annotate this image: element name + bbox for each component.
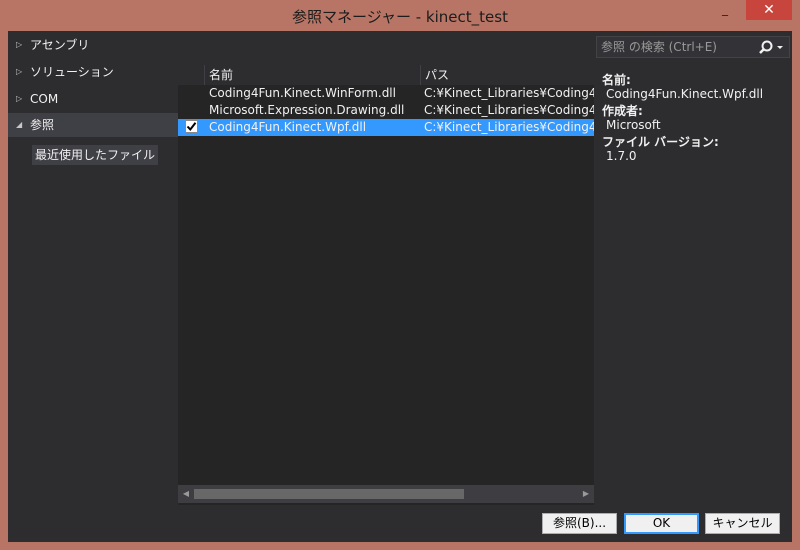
search-box[interactable] [596, 36, 790, 58]
collapse-arrow-icon: ◢ [16, 120, 23, 129]
scrollbar-thumb[interactable] [194, 489, 464, 499]
detail-version-label: ファイル バージョン: [602, 135, 719, 149]
nav-item-label: 参照 [30, 118, 55, 132]
expand-arrow-icon: ▷ [16, 94, 23, 103]
horizontal-scrollbar[interactable]: ◀ ▶ [178, 485, 594, 503]
row-name: Coding4Fun.Kinect.Wpf.dll [209, 120, 367, 134]
chevron-down-icon [777, 46, 783, 49]
scroll-left-icon[interactable]: ◀ [178, 485, 194, 503]
table-row[interactable]: Coding4Fun.Kinect.WinForm.dll C:¥Kinect_… [178, 85, 594, 102]
nav-item-solution[interactable]: ▷ ソリューション [8, 60, 178, 84]
scroll-right-icon[interactable]: ▶ [578, 485, 594, 503]
ok-button[interactable]: OK [624, 513, 699, 534]
search-button[interactable] [757, 38, 787, 56]
nav-subitem-recent-files[interactable]: 最近使用したファイル [32, 145, 159, 165]
nav-item-label: アセンブリ [30, 38, 90, 52]
nav-item-label: ソリューション [30, 65, 114, 79]
checkmark-icon [186, 122, 197, 132]
sidebar-nav: ▷ アセンブリ ▷ ソリューション ▷ COM ◢ 参照 最近使用したファイル [8, 31, 178, 507]
nav-item-browse[interactable]: ◢ 参照 [8, 113, 178, 137]
dialog-footer: 参照(B)... OK キャンセル [8, 507, 792, 542]
detail-author-value: Microsoft [606, 118, 661, 132]
row-name: Coding4Fun.Kinect.WinForm.dll [209, 86, 396, 100]
window-title: 参照マネージャー - kinect_test [292, 8, 508, 26]
expand-arrow-icon: ▷ [16, 67, 23, 76]
detail-name-label: 名前: [602, 73, 631, 87]
column-divider [204, 65, 205, 85]
column-header-path[interactable]: パス [422, 65, 594, 85]
expand-arrow-icon: ▷ [16, 40, 23, 49]
search-input[interactable] [601, 39, 755, 55]
nav-item-assemblies[interactable]: ▷ アセンブリ [8, 33, 178, 57]
nav-item-com[interactable]: ▷ COM [8, 87, 178, 111]
reference-list[interactable]: 名前 パス Coding4Fun.Kinect.WinForm.dll C:¥K… [178, 65, 594, 505]
row-path: C:¥Kinect_Libraries¥Coding4Fun.Kinect.Wp… [424, 120, 594, 134]
detail-name-value: Coding4Fun.Kinect.Wpf.dll [606, 87, 764, 101]
row-name: Microsoft.Expression.Drawing.dll [209, 103, 405, 117]
column-header-name[interactable]: 名前 [206, 65, 418, 85]
browse-button[interactable]: 参照(B)... [542, 513, 617, 534]
close-button[interactable]: ✕ [746, 0, 792, 20]
search-icon [759, 40, 783, 54]
nav-item-label: COM [30, 92, 59, 106]
minimize-button[interactable]: _ [712, 0, 738, 20]
row-checkbox[interactable] [185, 120, 198, 133]
table-row-selected[interactable]: Coding4Fun.Kinect.Wpf.dll C:¥Kinect_Libr… [178, 119, 594, 136]
title-bar: 参照マネージャー - kinect_test _ ✕ [0, 0, 800, 32]
detail-author-label: 作成者: [602, 104, 643, 118]
list-header: 名前 パス [178, 65, 594, 85]
table-row[interactable]: Microsoft.Expression.Drawing.dll C:¥Kine… [178, 102, 594, 119]
row-path: C:¥Kinect_Libraries¥Coding4Fun.Kinect.Wi… [424, 86, 594, 100]
dialog-client: ▷ アセンブリ ▷ ソリューション ▷ COM ◢ 参照 最近使用したファイル [8, 31, 792, 542]
detail-version-value: 1.7.0 [606, 149, 637, 163]
cancel-button[interactable]: キャンセル [705, 513, 780, 534]
column-divider[interactable] [420, 65, 421, 85]
row-path: C:¥Kinect_Libraries¥Coding4Fun.Kinect.Wp… [424, 103, 594, 117]
